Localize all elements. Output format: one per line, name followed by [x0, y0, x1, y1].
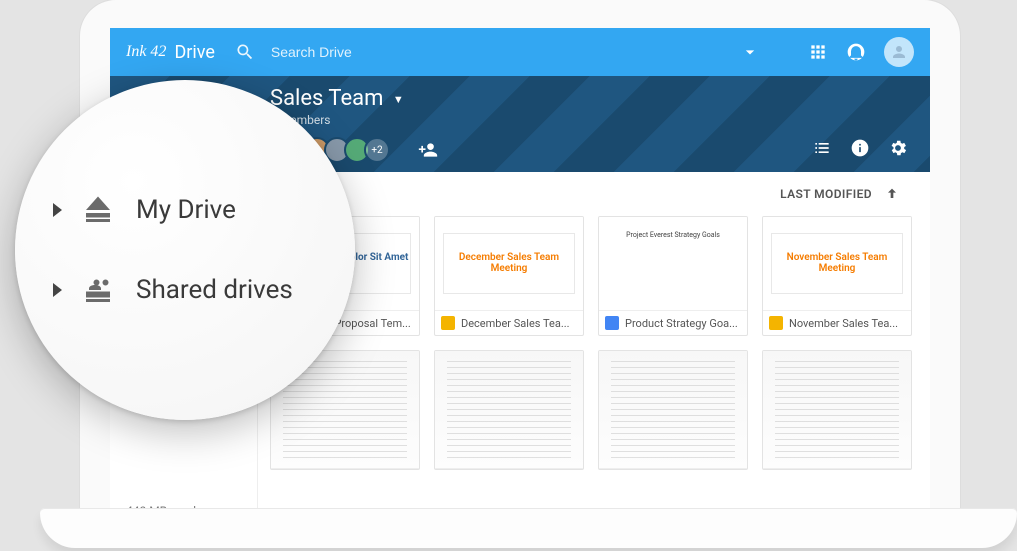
shared-drives-icon — [80, 272, 116, 308]
arrow-up-icon — [884, 186, 900, 202]
topbar: Ink 42 Drive — [110, 28, 930, 76]
team-members-count: 7 members — [270, 113, 906, 127]
thumb-text: December Sales Team Meeting — [444, 252, 574, 274]
file-card[interactable]: November Sales Team Meeting November Sal… — [762, 216, 912, 336]
header-actions — [812, 138, 908, 158]
person-icon — [890, 43, 908, 61]
expand-caret-icon[interactable] — [53, 203, 62, 217]
file-title: December Sales Tea... — [461, 317, 570, 330]
team-name-text: Sales Team — [270, 86, 383, 111]
file-thumbnail: November Sales Team Meeting — [763, 217, 911, 311]
add-member-icon[interactable] — [418, 140, 438, 160]
search-icon — [235, 42, 255, 62]
team-name[interactable]: Sales Team ▼ — [270, 86, 906, 111]
docs-icon — [605, 316, 619, 330]
slides-icon — [441, 316, 455, 330]
search-input[interactable] — [271, 44, 531, 60]
sidebar-item-shared-drives[interactable]: Shared drives — [53, 250, 355, 330]
file-title: November Sales Tea... — [789, 317, 898, 330]
file-thumbnail: December Sales Team Meeting — [435, 217, 583, 311]
file-card[interactable] — [598, 350, 748, 470]
file-card[interactable]: Project Everest Strategy Goals Product S… — [598, 216, 748, 336]
expand-caret-icon[interactable] — [53, 283, 62, 297]
account-avatar[interactable] — [884, 37, 914, 67]
file-card[interactable] — [434, 350, 584, 470]
shared-drives-label: Shared drives — [136, 275, 293, 305]
thumb-text: November Sales Team Meeting — [772, 252, 902, 274]
member-more-badge[interactable]: +2 — [364, 137, 390, 163]
notifications-icon[interactable] — [846, 42, 866, 62]
laptop-base — [40, 508, 1017, 548]
brand-logo: Ink 42 — [126, 43, 166, 61]
my-drive-icon — [80, 192, 116, 228]
sort-label: LAST MODIFIED — [780, 187, 872, 201]
list-view-icon[interactable] — [812, 138, 832, 158]
magnifier-callout: My Drive Shared drives — [15, 80, 355, 420]
gear-icon[interactable] — [888, 138, 908, 158]
file-grid: Lorem Ipsum Dolor Sit Amet Budget Propos… — [270, 216, 918, 470]
search-dropdown-icon[interactable] — [740, 42, 760, 62]
my-drive-label: My Drive — [136, 195, 236, 225]
slides-icon — [769, 316, 783, 330]
app-name: Drive — [174, 42, 214, 63]
sort-header[interactable]: LAST MODIFIED — [270, 172, 918, 216]
file-card[interactable] — [762, 350, 912, 470]
file-card[interactable]: December Sales Team Meeting December Sal… — [434, 216, 584, 336]
sidebar-item-my-drive[interactable]: My Drive — [53, 170, 355, 250]
main-panel: LAST MODIFIED Lorem Ipsum Dolor Sit Amet… — [258, 172, 930, 530]
info-icon[interactable] — [850, 138, 870, 158]
thumb-text: Project Everest Strategy Goals — [599, 217, 747, 253]
chevron-down-icon: ▼ — [393, 93, 404, 106]
file-thumbnail: Project Everest Strategy Goals — [599, 217, 747, 311]
apps-grid-icon[interactable] — [808, 42, 828, 62]
search-bar[interactable] — [235, 42, 722, 62]
member-avatar-row: +2 — [270, 137, 906, 163]
file-title: Product Strategy Goa... — [625, 317, 738, 330]
